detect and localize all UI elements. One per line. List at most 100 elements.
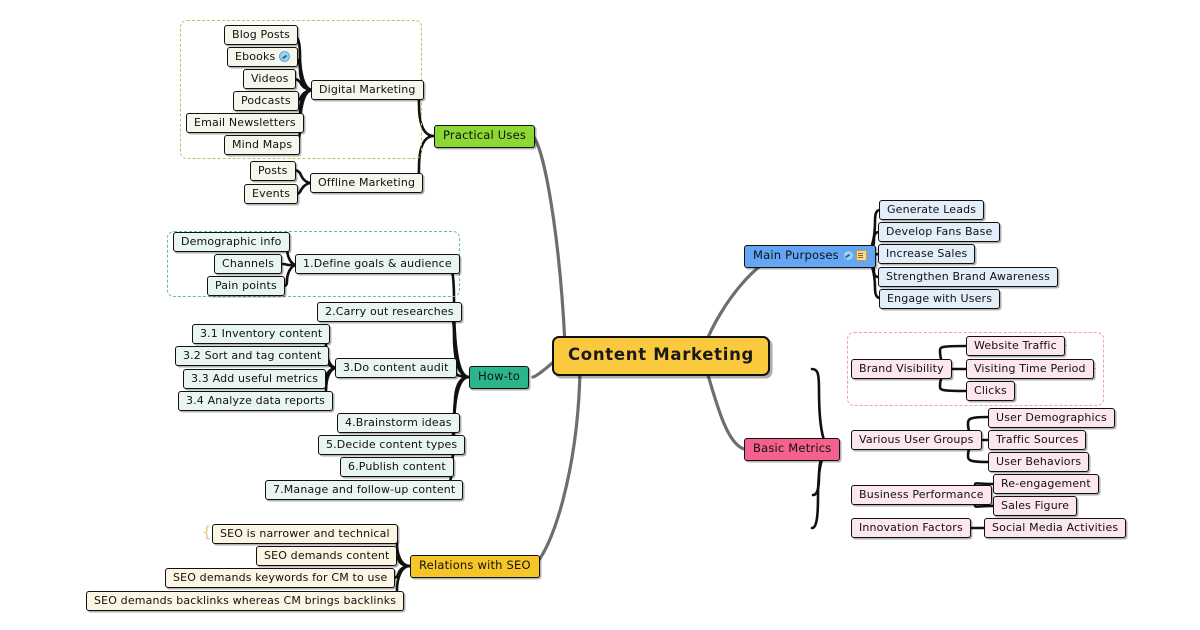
node-develop-fans-base-label: Develop Fans Base — [886, 225, 993, 238]
node-step-2-label: 2.Carry out researches — [325, 305, 454, 318]
branch-main-purposes-icons — [842, 250, 867, 262]
node-various-user-groups[interactable]: Various User Groups — [851, 430, 982, 450]
node-step-3-4-label: 3.4 Analyze data reports — [186, 394, 326, 407]
node-ebooks-icons — [279, 51, 291, 62]
central-topic[interactable]: Content Marketing — [552, 336, 771, 376]
node-pain-points-label: Pain points — [215, 279, 277, 292]
node-seo-relation-4-label: SEO demands backlinks whereas CM brings … — [94, 594, 397, 607]
branch-basic-metrics[interactable]: Basic Metrics — [744, 438, 841, 461]
node-channels-label: Channels — [222, 257, 275, 270]
node-videos[interactable]: Videos — [243, 69, 297, 89]
node-innovation-factors[interactable]: Innovation Factors — [851, 518, 971, 538]
node-business-performance-label: Business Performance — [859, 488, 984, 501]
node-generate-leads[interactable]: Generate Leads — [879, 200, 985, 220]
node-sales-figure-label: Sales Figure — [1001, 499, 1070, 512]
edge-center-practical-uses — [531, 134, 567, 347]
branch-practical-uses-label: Practical Uses — [443, 128, 527, 142]
node-step-4-label: 4.Brainstorm ideas — [345, 416, 452, 429]
boundary-brace-seo-1: { — [202, 523, 212, 541]
node-digital-marketing[interactable]: Digital Marketing — [311, 80, 424, 100]
node-step-1-label: 1.Define goals & audience — [303, 257, 452, 270]
node-various-user-groups-label: Various User Groups — [859, 433, 974, 446]
node-business-performance[interactable]: Business Performance — [851, 485, 992, 505]
node-step-5[interactable]: 5.Decide content types — [318, 435, 466, 455]
node-user-demographics[interactable]: User Demographics — [988, 408, 1115, 428]
node-step-6[interactable]: 6.Publish content — [340, 457, 454, 477]
node-podcasts[interactable]: Podcasts — [233, 91, 299, 111]
node-step-3-label: 3.Do content audit — [343, 361, 449, 374]
node-innovation-factors-label: Innovation Factors — [859, 521, 963, 534]
node-clicks-label: Clicks — [974, 384, 1007, 397]
node-ebooks[interactable]: Ebooks — [227, 47, 299, 67]
node-seo-relation-1[interactable]: SEO is narrower and technical — [212, 524, 398, 544]
node-brand-visibility[interactable]: Brand Visibility — [851, 359, 952, 379]
edge-center-basic-metrics — [704, 366, 746, 451]
node-clicks[interactable]: Clicks — [966, 381, 1015, 401]
note-icon[interactable] — [855, 250, 867, 262]
node-events[interactable]: Events — [244, 184, 299, 204]
node-increase-sales[interactable]: Increase Sales — [878, 244, 976, 264]
branch-relations-with-seo-label: Relations with SEO — [419, 558, 531, 572]
branch-main-purposes[interactable]: Main Purposes — [744, 245, 876, 268]
branch-practical-uses[interactable]: Practical Uses — [434, 125, 536, 148]
node-develop-fans-base[interactable]: Develop Fans Base — [878, 222, 1001, 242]
node-strengthen-brand-awareness[interactable]: Strengthen Brand Awareness — [878, 267, 1059, 287]
node-digital-marketing-label: Digital Marketing — [319, 83, 416, 96]
branch-how-to-label: How-to — [478, 369, 520, 383]
node-seo-relation-3[interactable]: SEO demands keywords for CM to use — [165, 568, 396, 588]
node-seo-relation-2-label: SEO demands content — [264, 549, 390, 562]
node-step-3-2[interactable]: 3.2 Sort and tag content — [175, 346, 330, 366]
node-step-3-4[interactable]: 3.4 Analyze data reports — [178, 391, 334, 411]
edge-center-relations-seo — [531, 368, 582, 568]
node-seo-relation-4[interactable]: SEO demands backlinks whereas CM brings … — [86, 591, 405, 611]
node-strengthen-brand-awareness-label: Strengthen Brand Awareness — [886, 270, 1051, 283]
branch-basic-metrics-label: Basic Metrics — [753, 441, 832, 455]
node-step-1[interactable]: 1.Define goals & audience — [295, 254, 460, 274]
node-visiting-time-period[interactable]: Visiting Time Period — [966, 359, 1094, 379]
node-traffic-sources-label: Traffic Sources — [996, 433, 1079, 446]
node-step-2[interactable]: 2.Carry out researches — [317, 302, 462, 322]
node-step-3-3-label: 3.3 Add useful metrics — [191, 372, 319, 385]
node-demographic-info[interactable]: Demographic info — [173, 232, 290, 252]
node-step-3-1[interactable]: 3.1 Inventory content — [192, 324, 331, 344]
node-visiting-time-period-label: Visiting Time Period — [974, 362, 1086, 375]
node-seo-relation-1-label: SEO is narrower and technical — [220, 527, 390, 540]
node-traffic-sources[interactable]: Traffic Sources — [988, 430, 1087, 450]
node-re-engagement[interactable]: Re-engagement — [993, 474, 1099, 494]
edge-bm-innovation — [810, 447, 834, 530]
node-re-engagement-label: Re-engagement — [1001, 477, 1091, 490]
link-icon[interactable] — [842, 250, 854, 262]
node-seo-relation-2[interactable]: SEO demands content — [256, 546, 398, 566]
node-posts[interactable]: Posts — [250, 161, 296, 181]
node-brand-visibility-label: Brand Visibility — [859, 362, 944, 375]
node-channels[interactable]: Channels — [214, 254, 283, 274]
node-mind-maps[interactable]: Mind Maps — [224, 135, 301, 155]
node-website-traffic-label: Website Traffic — [974, 339, 1057, 352]
node-offline-marketing[interactable]: Offline Marketing — [310, 173, 424, 193]
node-videos-label: Videos — [251, 72, 289, 85]
node-ebooks-label: Ebooks — [235, 50, 276, 63]
node-offline-marketing-label: Offline Marketing — [318, 176, 416, 189]
node-step-7[interactable]: 7.Manage and follow-up content — [265, 480, 464, 500]
node-engage-with-users[interactable]: Engage with Users — [879, 289, 1001, 309]
node-podcasts-label: Podcasts — [241, 94, 291, 107]
node-blog-posts-label: Blog Posts — [232, 28, 291, 41]
node-social-media-activities[interactable]: Social Media Activities — [984, 518, 1127, 538]
link-icon[interactable] — [279, 51, 291, 62]
node-step-3[interactable]: 3.Do content audit — [335, 358, 457, 378]
branch-how-to[interactable]: How-to — [469, 366, 529, 389]
node-step-3-3[interactable]: 3.3 Add useful metrics — [183, 369, 327, 389]
branch-relations-with-seo[interactable]: Relations with SEO — [410, 555, 540, 578]
central-topic-label: Content Marketing — [568, 345, 755, 364]
node-posts-label: Posts — [258, 164, 288, 177]
node-step-6-label: 6.Publish content — [348, 460, 446, 473]
node-sales-figure[interactable]: Sales Figure — [993, 496, 1078, 516]
node-pain-points[interactable]: Pain points — [207, 276, 285, 296]
node-step-5-label: 5.Decide content types — [326, 438, 458, 451]
node-email-newsletters[interactable]: Email Newsletters — [186, 113, 304, 133]
node-seo-relation-3-label: SEO demands keywords for CM to use — [173, 571, 388, 584]
node-website-traffic[interactable]: Website Traffic — [966, 336, 1065, 356]
node-blog-posts[interactable]: Blog Posts — [224, 25, 299, 45]
node-step-4[interactable]: 4.Brainstorm ideas — [337, 413, 460, 433]
node-user-behaviors[interactable]: User Behaviors — [988, 452, 1090, 472]
